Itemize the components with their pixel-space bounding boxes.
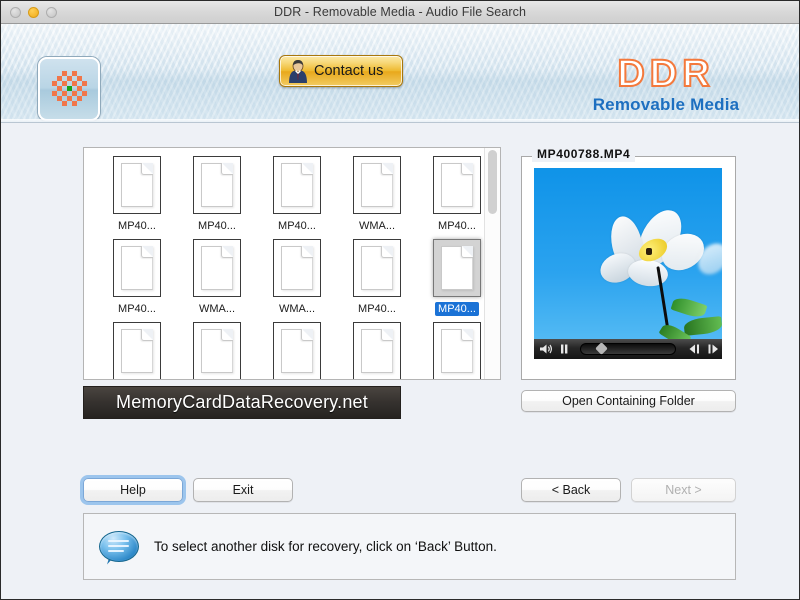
- file-item[interactable]: MP40...: [100, 156, 174, 233]
- brand-subtitle: Removable Media: [551, 95, 781, 115]
- file-item-label: MP40...: [115, 219, 159, 233]
- seek-slider-handle[interactable]: [595, 342, 608, 355]
- document-icon: [113, 239, 161, 297]
- window-title: DDR - Removable Media - Audio File Searc…: [1, 5, 799, 19]
- document-icon: [113, 322, 161, 380]
- file-item[interactable]: MP40...: [100, 239, 174, 316]
- player-controls[interactable]: [534, 339, 722, 359]
- file-list-scrollbar[interactable]: [484, 148, 500, 379]
- file-item[interactable]: MP40...: [420, 239, 494, 316]
- file-item[interactable]: [180, 322, 254, 380]
- file-item[interactable]: MP40...: [340, 239, 414, 316]
- file-list-panel[interactable]: MP40... MP40... MP40... WMA... MP40... MP40..…: [83, 147, 501, 380]
- flower-photo: [534, 168, 722, 359]
- document-icon: [273, 156, 321, 214]
- document-icon: [353, 156, 401, 214]
- file-grid: MP40... MP40... MP40... WMA... MP40... MP40..…: [84, 148, 500, 380]
- file-item-label: MP40...: [355, 302, 399, 316]
- document-icon: [353, 239, 401, 297]
- exit-button[interactable]: Exit: [193, 478, 293, 502]
- file-item[interactable]: [100, 322, 174, 380]
- minimize-button[interactable]: [28, 7, 39, 18]
- file-item-label: MP40...: [435, 219, 479, 233]
- speech-bubble-icon: [99, 531, 139, 563]
- file-item-label: MP40...: [195, 219, 239, 233]
- brand-block: DDR Removable Media: [551, 54, 781, 115]
- file-item-label: WMA...: [356, 219, 398, 233]
- preview-panel: MP400788.MP4: [521, 147, 736, 380]
- document-icon: [273, 239, 321, 297]
- file-item[interactable]: WMA...: [340, 156, 414, 233]
- scrollbar-thumb[interactable]: [488, 150, 497, 214]
- step-backward-icon[interactable]: [686, 342, 702, 356]
- file-item[interactable]: MP40...: [420, 156, 494, 233]
- preview-file-name: MP400788.MP4: [532, 147, 635, 162]
- document-icon: [433, 239, 481, 297]
- checkered-flower-logo-icon: [50, 69, 88, 109]
- file-item[interactable]: [340, 322, 414, 380]
- seek-slider[interactable]: [580, 343, 676, 355]
- file-item[interactable]: WMA...: [260, 239, 334, 316]
- title-bar: DDR - Removable Media - Audio File Searc…: [1, 1, 799, 24]
- step-forward-icon[interactable]: [706, 342, 722, 356]
- close-button[interactable]: [10, 7, 21, 18]
- next-button: Next >: [631, 478, 736, 502]
- app-logo: [38, 57, 100, 121]
- main-content: MP40... MP40... MP40... WMA... MP40... MP40..…: [1, 123, 799, 600]
- document-icon: [433, 156, 481, 214]
- document-icon: [193, 239, 241, 297]
- file-item[interactable]: MP40...: [180, 156, 254, 233]
- document-icon: [193, 156, 241, 214]
- file-item[interactable]: MP40...: [260, 156, 334, 233]
- file-item-label: WMA...: [276, 302, 318, 316]
- navigation-bar: Help Exit < Back Next >: [1, 478, 799, 502]
- help-button[interactable]: Help: [83, 478, 183, 502]
- status-message: To select another disk for recovery, cli…: [154, 539, 497, 554]
- file-item[interactable]: [260, 322, 334, 380]
- person-icon: [285, 58, 311, 84]
- watermark-banner: MemoryCardDataRecovery.net: [83, 386, 401, 419]
- app-window: DDR - Removable Media - Audio File Searc…: [0, 0, 800, 600]
- file-item[interactable]: WMA...: [180, 239, 254, 316]
- document-icon: [273, 322, 321, 380]
- file-item-label: MP40...: [275, 219, 319, 233]
- pause-icon[interactable]: [558, 342, 574, 356]
- file-item[interactable]: [420, 322, 494, 380]
- header-banner: Contact us DDR Removable Media: [1, 24, 799, 123]
- file-item-label: WMA...: [196, 302, 238, 316]
- contact-us-button[interactable]: Contact us: [279, 55, 403, 87]
- back-button[interactable]: < Back: [521, 478, 621, 502]
- preview-image: [534, 168, 722, 359]
- document-icon: [113, 156, 161, 214]
- document-icon: [353, 322, 401, 380]
- zoom-button[interactable]: [46, 7, 57, 18]
- watermark-text: MemoryCardDataRecovery.net: [116, 392, 368, 413]
- contact-us-label: Contact us: [314, 63, 383, 79]
- open-containing-folder-button[interactable]: Open Containing Folder: [521, 390, 736, 412]
- document-icon: [433, 322, 481, 380]
- media-player[interactable]: [534, 168, 722, 359]
- file-item-label: MP40...: [115, 302, 159, 316]
- document-icon: [193, 322, 241, 380]
- volume-icon[interactable]: [538, 342, 554, 356]
- brand-name: DDR: [551, 54, 781, 94]
- status-bar: To select another disk for recovery, cli…: [83, 513, 736, 580]
- file-item-label: MP40...: [435, 302, 479, 316]
- window-controls: [10, 7, 57, 18]
